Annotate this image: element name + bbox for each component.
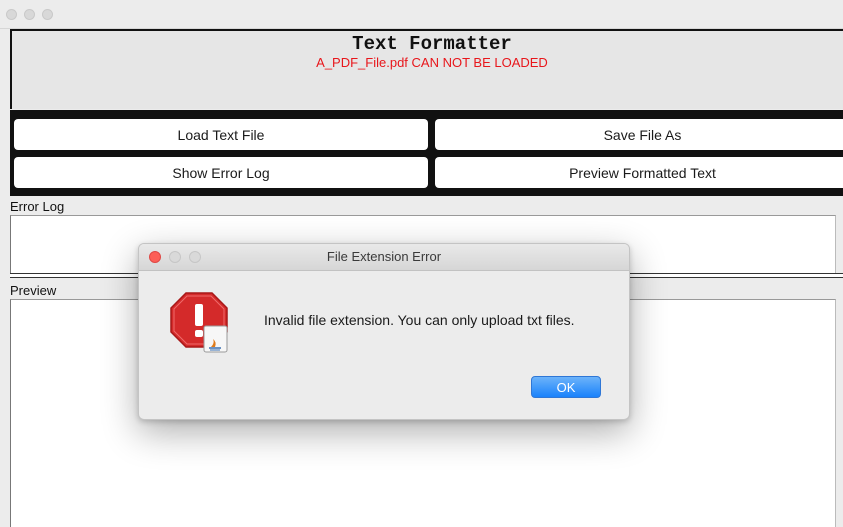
header-panel: Text Formatter A_PDF_File.pdf CAN NOT BE… [10,29,843,109]
dialog-titlebar: File Extension Error [139,244,629,271]
preview-label: Preview [10,283,57,298]
file-extension-error-dialog: File Extension Error Invalid file extens… [138,243,630,420]
window-titlebar [0,0,843,29]
window-zoom-button[interactable] [42,9,53,20]
error-log-scroll-edge [836,215,843,273]
preview-scroll-edge [836,299,843,527]
error-log-label: Error Log [10,199,65,214]
dialog-title: File Extension Error [326,249,442,264]
app-title: Text Formatter [352,33,512,55]
load-text-file-button[interactable]: Load Text File [14,119,428,150]
window-minimize-button[interactable] [24,9,35,20]
window-close-button[interactable] [6,9,17,20]
load-status-message: A_PDF_File.pdf CAN NOT BE LOADED [316,55,548,70]
show-error-log-button[interactable]: Show Error Log [14,157,428,188]
dialog-message: Invalid file extension. You can only upl… [264,312,575,328]
button-panel: Load Text File Save File As Show Error L… [10,110,843,196]
save-file-as-button[interactable]: Save File As [435,119,843,150]
ok-button[interactable]: OK [531,376,601,398]
preview-formatted-text-button[interactable]: Preview Formatted Text [435,157,843,188]
stop-alert-icon [170,292,228,353]
app-window: Text Formatter A_PDF_File.pdf CAN NOT BE… [0,0,843,527]
